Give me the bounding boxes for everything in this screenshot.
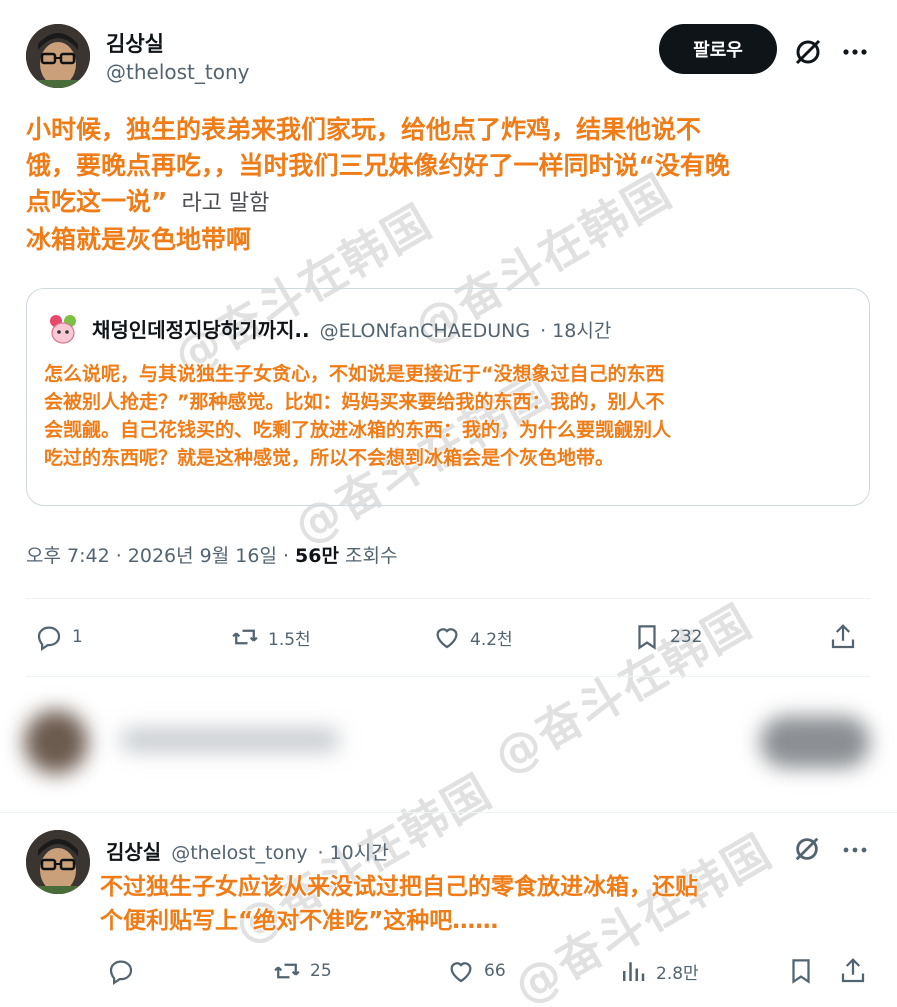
quote-author-avatar[interactable] xyxy=(46,312,80,346)
bookmark-count: 232 xyxy=(670,627,703,647)
divider xyxy=(26,676,870,677)
author-handle[interactable]: @thelost_tony xyxy=(106,60,249,84)
like-count: 4.2천 xyxy=(470,629,513,650)
reply-author-handle[interactable]: @thelost_tony xyxy=(171,842,307,864)
overlay-line: 怎么说呢，与其说独生子女贪心，不如说是更接近于“没想象过自己的东西 xyxy=(44,363,665,385)
repost-icon xyxy=(274,963,300,979)
quote-time: · 18시간 xyxy=(540,320,612,342)
reply-repost-button[interactable]: 25 xyxy=(272,956,332,986)
reply-like-button[interactable]: 66 xyxy=(446,956,506,986)
overlay-line: 吃过的东西呢？就是这种感觉，所以不会想到冰箱会是个灰色地带。 xyxy=(44,447,615,469)
overlay-line: 小时候，独生的表弟来我们家玩，给他点了炸鸡，结果他说不 xyxy=(26,115,702,144)
reply-views-button[interactable]: 2.8만 xyxy=(618,956,699,986)
share-icon xyxy=(841,958,865,983)
author-name[interactable]: 김상실 xyxy=(106,28,164,58)
grok-icon[interactable] xyxy=(792,834,822,864)
author-avatar[interactable] xyxy=(26,24,90,88)
reply-reply-button[interactable] xyxy=(106,956,136,986)
post-text-translation: 小时候，独生的表弟来我们家玩，给他点了炸鸡，结果他说不 饿，要晚点再吃，，当时我… xyxy=(26,112,876,258)
post-timestamp-row: 오후 7:42 · 2026년 9월 16일 · 56만 조회수 xyxy=(26,541,397,568)
like-button[interactable]: 4.2천 xyxy=(432,622,513,652)
reply-author-name[interactable]: 김상실 xyxy=(106,836,161,865)
overlay-line: 会被别人抢走？”那种感觉。比如：妈妈买来要给我的东西：我的，别人不 xyxy=(44,391,665,413)
more-options-icon[interactable] xyxy=(840,838,870,862)
quote-author-name[interactable]: 채덩인데정지당하기까지.. xyxy=(92,314,310,343)
post-timestamp[interactable]: 오후 7:42 · 2026년 9월 16일 · xyxy=(26,545,295,567)
quote-author-handle[interactable]: @ELONfanCHAEDUNG xyxy=(320,320,530,342)
overlay-line: 点吃这一说” xyxy=(26,187,168,216)
reply-count: 1 xyxy=(72,627,83,647)
reply-repost-count: 25 xyxy=(310,961,332,981)
reply-bookmark-button[interactable] xyxy=(786,956,816,986)
blurred-reply-composer xyxy=(0,690,897,800)
grok-icon[interactable] xyxy=(792,36,824,68)
overlay-line: 不过独生子女应该从来没试过把自己的零食放进冰箱，还贴 xyxy=(100,874,698,900)
reply-like-count: 66 xyxy=(484,961,506,981)
overlay-line: 会觊觎。自己花钱买的、吃剩了放进冰箱的东西：我的，为什么要觊觎别人 xyxy=(44,419,672,441)
reply-view-count: 2.8만 xyxy=(656,963,699,984)
quote-text-translation: 怎么说呢，与其说独生子女贪心，不如说是更接近于“没想象过自己的东西 会被别人抢走… xyxy=(44,360,859,472)
reply-author-avatar[interactable] xyxy=(26,830,90,894)
overlay-line: 饿，要晚点再吃，，当时我们三兄妹像约好了一样同时说“没有晚 xyxy=(26,151,730,180)
divider xyxy=(26,598,870,599)
reply-icon xyxy=(37,626,61,651)
heart-icon xyxy=(436,628,458,649)
overlay-line: 个便利贴写上“绝对不准吃”这种吧…… xyxy=(100,908,499,934)
share-icon xyxy=(831,624,855,649)
divider xyxy=(0,812,897,813)
share-button[interactable] xyxy=(828,622,858,652)
more-options-icon[interactable] xyxy=(840,40,870,64)
reply-share-button[interactable] xyxy=(838,956,868,986)
repost-button[interactable]: 1.5천 xyxy=(230,622,311,652)
reply-button[interactable]: 1 xyxy=(34,622,83,652)
reply-header: 김상실 @thelost_tony · 10시간 xyxy=(106,836,389,865)
heart-icon xyxy=(450,962,472,983)
bookmark-icon xyxy=(792,959,810,984)
bookmark-icon xyxy=(638,625,656,650)
view-count: 56만 xyxy=(295,545,339,567)
analytics-icon xyxy=(623,962,645,981)
quote-header: 채덩인데정지당하기까지.. @ELONfanCHAEDUNG · 18시간 xyxy=(92,314,611,343)
follow-button[interactable]: 팔로우 xyxy=(659,24,777,74)
reply-text-translation: 不过独生子女应该从来没试过把自己的零食放进冰箱，还贴 个便利贴写上“绝对不准吃”… xyxy=(100,870,880,938)
overlay-line: 冰箱就是灰色地带啊 xyxy=(26,225,252,254)
reply-time: · 10시간 xyxy=(317,842,389,864)
view-label: 조회수 xyxy=(345,545,398,567)
reply-icon xyxy=(109,960,133,985)
bookmark-button[interactable]: 232 xyxy=(632,622,702,652)
korean-fragment: 라고 말함 xyxy=(181,191,270,216)
repost-icon xyxy=(232,629,258,645)
repost-count: 1.5천 xyxy=(268,629,311,650)
